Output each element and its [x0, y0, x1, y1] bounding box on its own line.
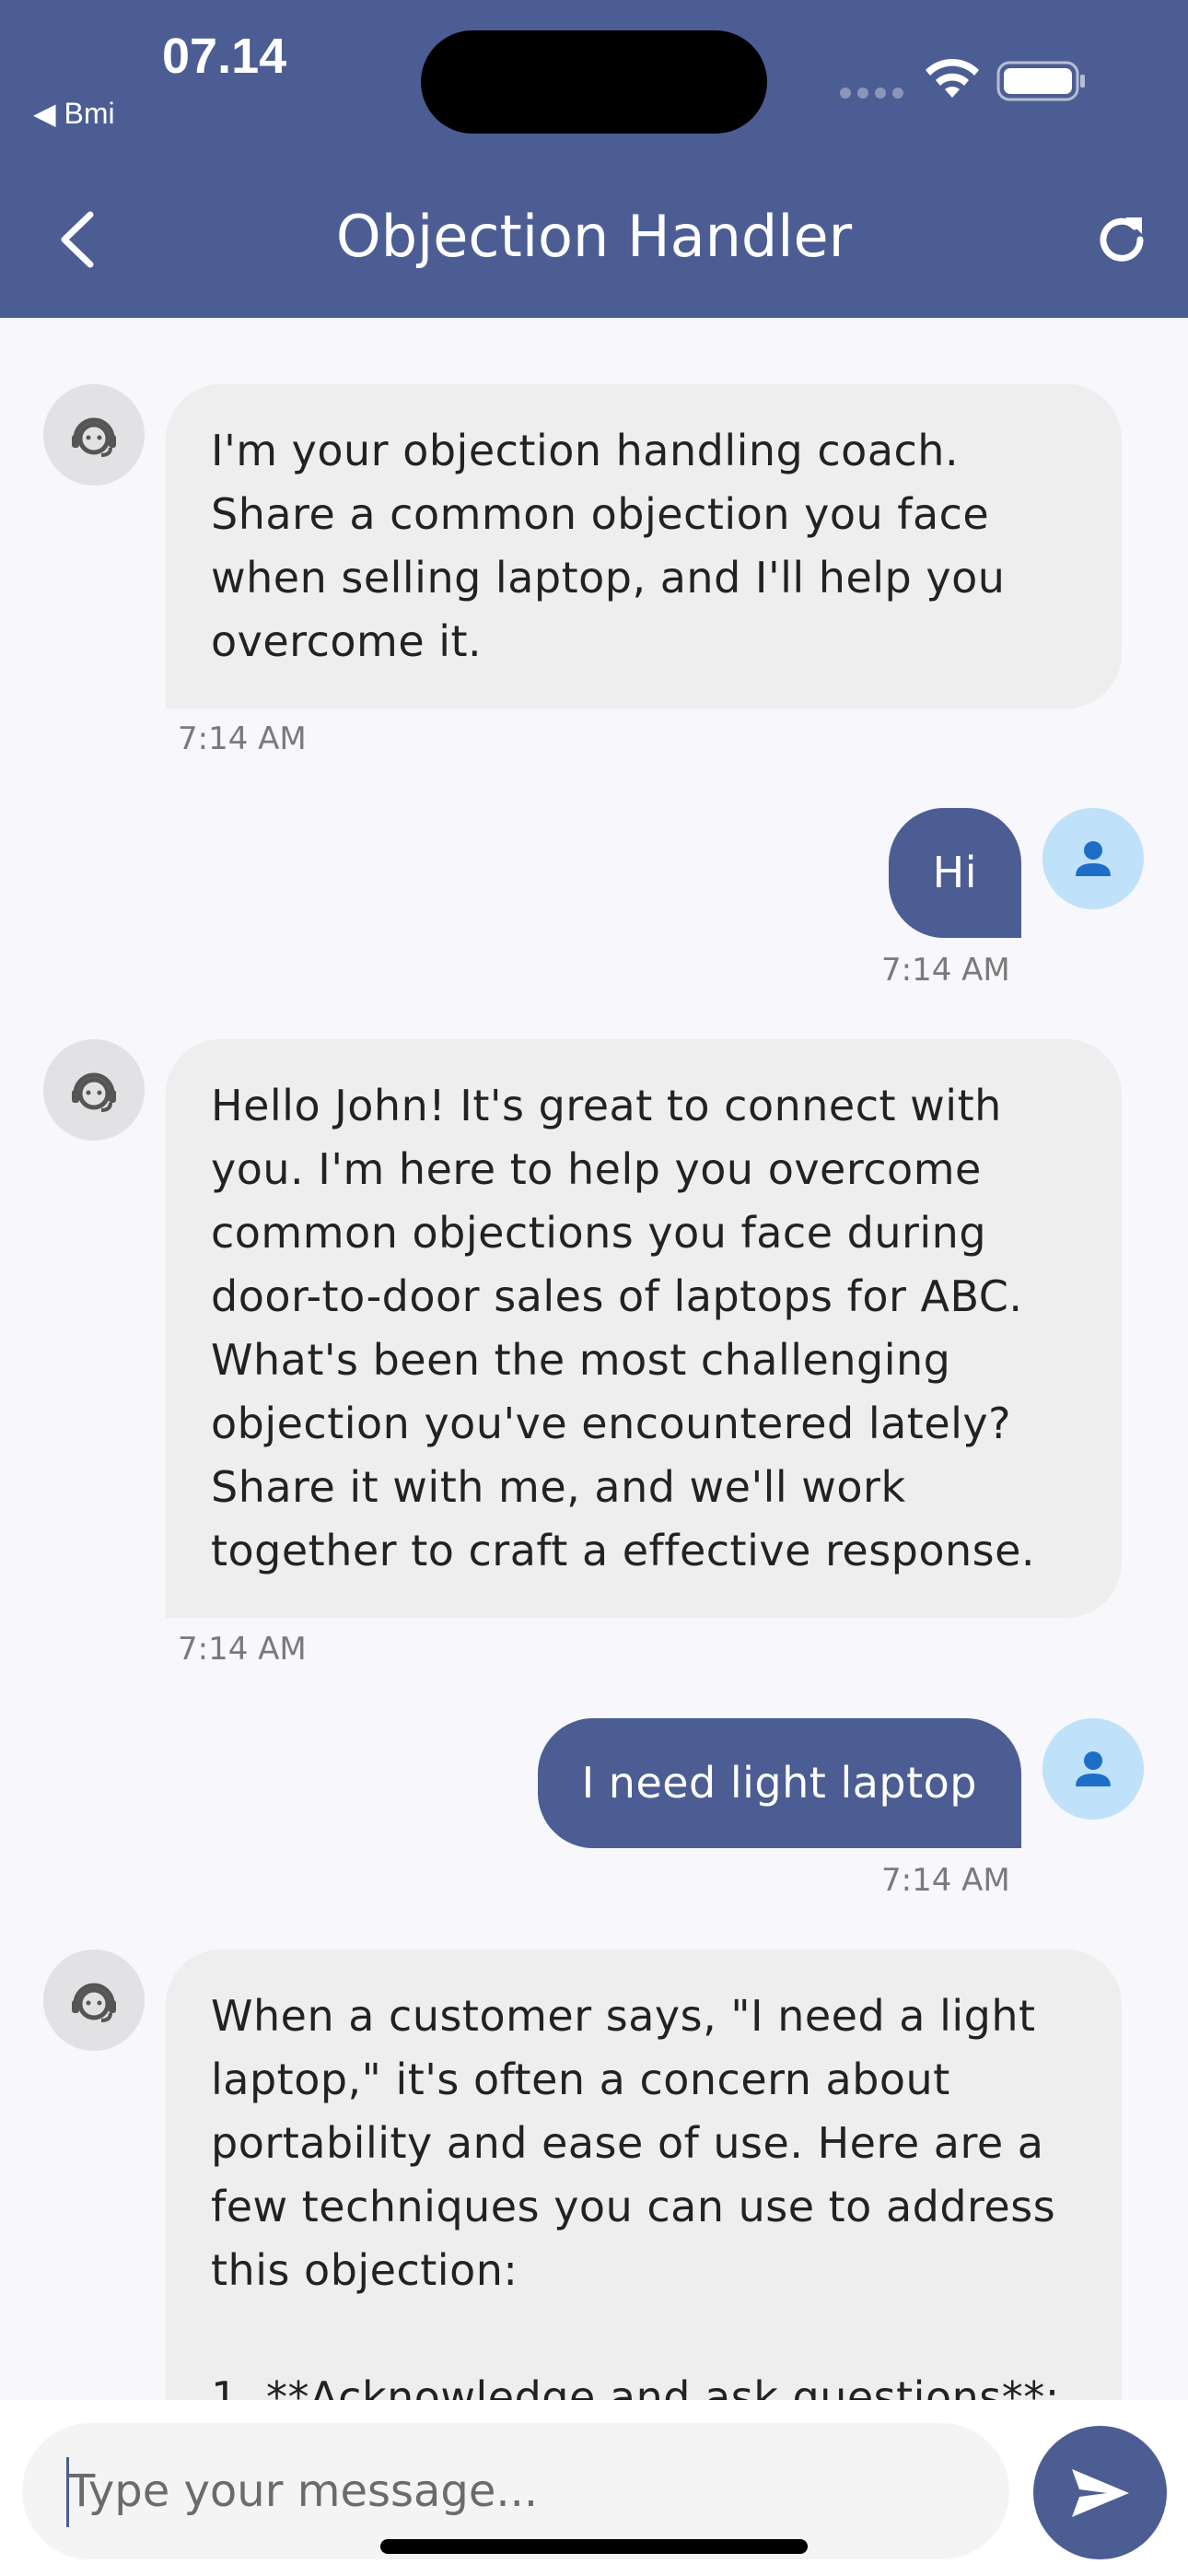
send-icon [1071, 2468, 1129, 2517]
user-message-bubble: I need light laptop [537, 1718, 1021, 1848]
app-header: 07.14 ◀ Bmi Objection Handler [0, 0, 1188, 318]
message-timestamp: 7:14 AM [881, 952, 1010, 989]
dynamic-island [421, 30, 767, 134]
user-avatar [1042, 808, 1144, 909]
home-indicator [380, 2539, 808, 2554]
user-message-bubble: Hi [888, 808, 1021, 938]
person-icon [1076, 1751, 1111, 1786]
message-text: Hello John! It's great to connect with y… [211, 1081, 1036, 1575]
bot-avatar [43, 1950, 145, 2051]
bot-avatar [43, 384, 145, 486]
message-text: I'm your objection handling coach. Share… [211, 426, 1006, 666]
message-timestamp: 7:14 AM [881, 1862, 1010, 1899]
cellular-signal-icon [840, 88, 904, 100]
message-text: Hi [932, 848, 977, 897]
message-text: When a customer says, "I need a light la… [211, 1991, 1060, 2400]
support-agent-icon [72, 1983, 116, 2022]
wifi-icon [926, 58, 979, 98]
send-button[interactable] [1033, 2426, 1167, 2559]
chat-messages[interactable]: I'm your objection handling coach. Share… [0, 318, 1188, 2400]
message-timestamp: 7:14 AM [178, 1631, 307, 1668]
bot-message-bubble: I'm your objection handling coach. Share… [166, 384, 1122, 708]
support-agent-icon [72, 417, 116, 457]
user-avatar [1042, 1718, 1144, 1820]
status-back-to-app[interactable]: ◀ Bmi [33, 96, 115, 131]
battery-icon [996, 61, 1085, 101]
refresh-icon[interactable] [1092, 210, 1151, 269]
bot-message-bubble: Hello John! It's great to connect with y… [166, 1039, 1122, 1618]
support-agent-icon [72, 1072, 116, 1112]
status-time: 07.14 [162, 29, 287, 84]
text-caret [66, 2457, 69, 2527]
bot-avatar [43, 1039, 145, 1141]
bot-message-bubble: When a customer says, "I need a light la… [166, 1950, 1122, 2400]
person-icon [1076, 841, 1111, 876]
message-text: I need light laptop [581, 1758, 977, 1808]
message-timestamp: 7:14 AM [178, 720, 307, 757]
page-title: Objection Handler [335, 203, 853, 270]
